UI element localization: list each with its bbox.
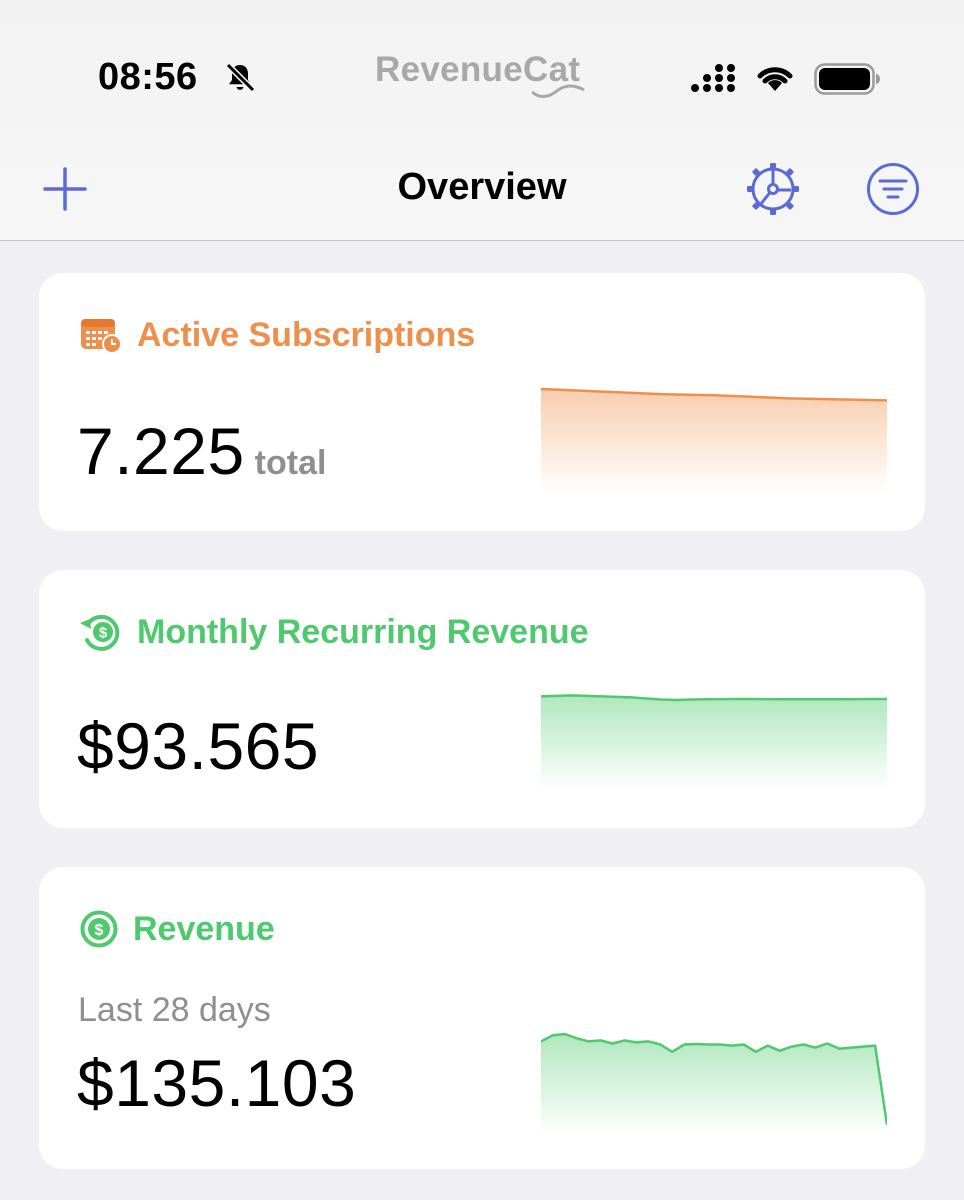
battery-icon [814, 63, 880, 95]
active-subscriptions-card[interactable]: Active Subscriptions 7.225 total [39, 273, 925, 531]
card-title: Active Subscriptions [137, 315, 476, 354]
card-title: Monthly Recurring Revenue [137, 612, 589, 651]
page-title: Overview [397, 166, 567, 208]
brand-tail-icon [531, 84, 585, 98]
status-time: 08:56 [98, 56, 198, 98]
active-subscriptions-sparkline [541, 387, 887, 493]
revenue-sparkline [541, 1032, 887, 1135]
mrr-card[interactable]: $ Monthly Recurring Revenue $93.565 [39, 570, 925, 828]
wifi-icon [757, 67, 793, 91]
sparkline-area [541, 389, 887, 493]
filter-menu-icon[interactable] [866, 162, 920, 216]
value-number: 7.225 [77, 414, 245, 488]
svg-text:$: $ [99, 625, 108, 642]
revenue-card[interactable]: $ Revenue Last 28 days $135.103 [39, 867, 925, 1169]
muted-bell-icon [225, 62, 256, 93]
calendar-clock-icon [81, 319, 122, 354]
dollar-circle-icon: $ [80, 910, 118, 948]
signal-icon [691, 64, 735, 92]
mrr-value: $93.565 [77, 709, 320, 783]
sparkline-area [541, 695, 887, 790]
card-header: $ Monthly Recurring Revenue [79, 610, 589, 654]
card-title: Revenue [133, 909, 275, 948]
svg-text:$: $ [95, 922, 104, 939]
card-header: $ Revenue [79, 907, 275, 951]
dashboard-settings-icon[interactable] [744, 160, 802, 218]
active-subscriptions-value: 7.225 total [77, 413, 326, 489]
revenue-value: $135.103 [77, 1046, 357, 1120]
card-header: Active Subscriptions [79, 313, 475, 357]
top-bar: 08:56 RevenueCat Overview [0, 0, 964, 241]
mrr-sparkline [541, 694, 887, 790]
sparkline-area [541, 1034, 887, 1135]
value-unit: total [254, 444, 327, 482]
recurring-dollar-icon: $ [80, 614, 120, 651]
revenue-period-label: Last 28 days [78, 991, 271, 1029]
